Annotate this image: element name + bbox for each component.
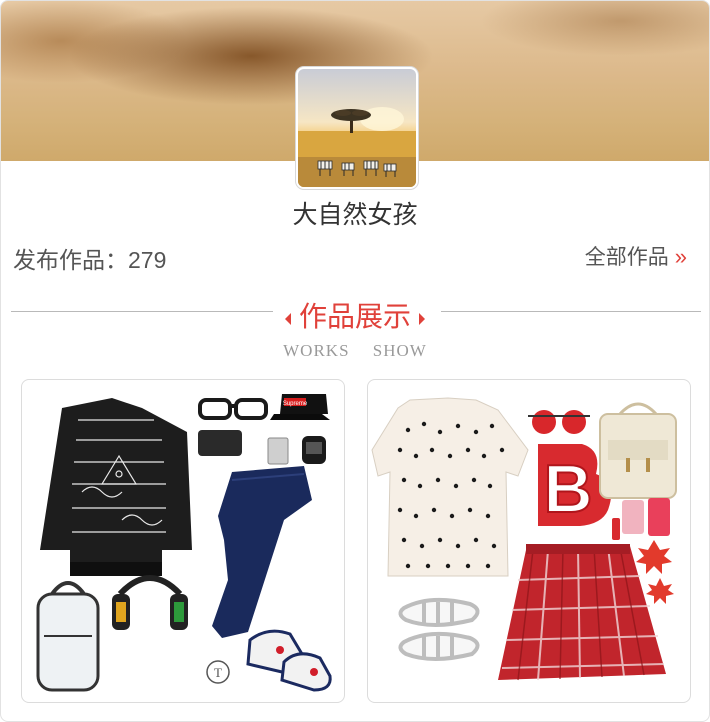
b-patch-letter: B	[543, 451, 592, 527]
section-subtitle: WORKS SHOW	[283, 341, 427, 360]
savanna-tree-image	[298, 69, 416, 187]
profile-name: 大自然女孩	[292, 201, 418, 229]
works-count: 发布作品：279	[13, 247, 167, 273]
section-title-text: 作品展示	[298, 301, 411, 332]
section-title: 作品展示	[1, 295, 709, 335]
all-works-label: 全部作品	[584, 246, 669, 269]
triangle-right-icon	[419, 312, 425, 325]
triangle-left-icon	[284, 312, 291, 325]
avatar[interactable]	[296, 67, 418, 189]
outfit-collage-image: Supreme T	[36, 394, 332, 692]
work-tile-2[interactable]: B	[367, 379, 691, 703]
double-chevron-right-icon: »	[674, 244, 687, 269]
svg-text:T: T	[214, 665, 222, 680]
profile-card: 大自然女孩 发布作品：279 全部作品» 作品展示 WORKS SHOW Sup…	[0, 0, 710, 722]
outfit-collage-image: B	[371, 397, 677, 681]
cap-logo-text: Supreme	[283, 401, 308, 407]
work-tile-1[interactable]: Supreme T	[21, 379, 345, 703]
all-works-link[interactable]: 全部作品»	[585, 241, 687, 271]
